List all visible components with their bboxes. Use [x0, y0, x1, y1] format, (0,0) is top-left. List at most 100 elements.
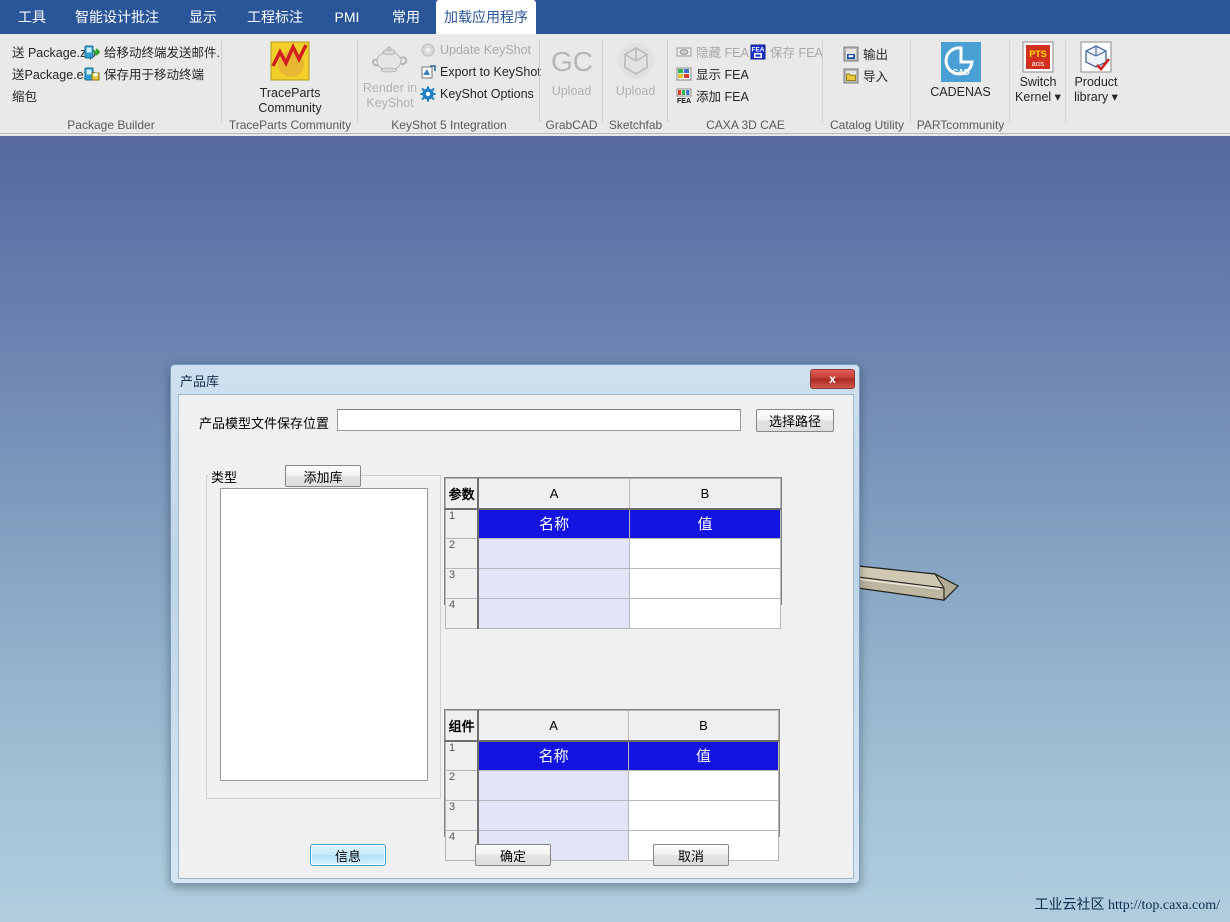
info-button[interactable]: 信息 [310, 844, 386, 866]
ribbon-item-label: 缩包 [12, 90, 38, 104]
ribbon-item-switch-kernel[interactable]: PTS acis Switch Kernel ▾ [1010, 41, 1066, 105]
component-col-a: A [477, 710, 629, 742]
parameter-table[interactable]: 参数 A B 1 名称 值 2 3 4 [444, 477, 782, 629]
table-row[interactable]: 4 [445, 598, 782, 629]
ribbon-item-export-to-keyshot[interactable]: Export to KeyShot [420, 64, 541, 80]
dialog-title-bar[interactable]: 产品库 x [175, 368, 857, 392]
product-library-dialog: 产品库 x 产品模型文件保存位置 选择路径 类型 添加库 参数 A B 1 名称… [170, 364, 860, 884]
tab-label: 工程标注 [247, 9, 303, 25]
table-row[interactable]: 1 名称 值 [445, 740, 780, 771]
table-cell[interactable] [627, 800, 780, 831]
browse-path-button[interactable]: 选择路径 [756, 409, 834, 432]
table-cell[interactable]: 名称 [477, 508, 630, 539]
table-cell[interactable] [477, 568, 630, 599]
tab-tools[interactable]: 工具 [4, 0, 60, 34]
ribbon-item-label: Export to KeyShot [440, 65, 541, 79]
package-exe-icon [0, 66, 8, 82]
ribbon-item-hide-fea[interactable]: 隐藏 FEA [676, 42, 749, 61]
table-cell[interactable] [477, 800, 629, 831]
show-fea-icon [676, 66, 692, 82]
table-row[interactable]: 2 [445, 538, 782, 569]
ribbon-item-product-library[interactable]: Product library ▾ [1066, 41, 1126, 105]
product-library-icon [1080, 41, 1112, 73]
tab-common[interactable]: 常用 [378, 0, 434, 34]
table-cell[interactable] [627, 770, 780, 801]
dialog-title: 产品库 [180, 373, 220, 389]
row-number: 4 [445, 830, 480, 861]
sketchfab-cube-icon [615, 40, 657, 82]
3d-viewport[interactable]: 工业云社区 http://top.caxa.com/ 产品库 x 产品模型文件保… [0, 136, 1230, 922]
ribbon-item-save-fea[interactable]: FEA 保存 FEA [750, 42, 823, 61]
component-col-b: B [627, 710, 780, 742]
cancel-button[interactable]: 取消 [653, 844, 729, 866]
tab-label: 智能设计批注 [75, 9, 159, 25]
tab-load-applications[interactable]: 加载应用程序 [436, 0, 536, 34]
ribbon-item-send-package-exe[interactable]: 送Package.exe [0, 64, 97, 83]
ribbon-item-label: Product library ▾ [1074, 75, 1118, 104]
save-location-input[interactable] [337, 409, 741, 431]
table-cell[interactable] [477, 770, 629, 801]
ribbon-group-label: KeyShot 5 Integration [391, 118, 507, 132]
ribbon-item-traceparts-community[interactable]: TraceParts Community [222, 39, 358, 116]
component-table[interactable]: 组件 A B 1 名称 值 2 3 4 [444, 709, 780, 861]
table-row[interactable]: 2 [445, 770, 780, 801]
ribbon-group-label: Sketchfab [608, 118, 663, 132]
ribbon-item-label: 显示 FEA [696, 68, 749, 82]
table-cell[interactable] [477, 538, 630, 569]
row-number: 2 [445, 770, 480, 801]
tab-engineering-annotation[interactable]: 工程标注 [234, 0, 316, 34]
ribbon-item-save-for-mobile[interactable]: 保存用于移动终端 [84, 64, 204, 83]
tab-smart-design-annotation[interactable]: 智能设计批注 [62, 0, 172, 34]
export-icon [420, 64, 436, 80]
ribbon-item-render-in-keyshot[interactable]: Render in KeyShot [360, 39, 420, 111]
switch-kernel-icon: PTS acis [1022, 41, 1054, 73]
update-icon [420, 42, 436, 58]
close-icon[interactable]: x [810, 369, 855, 389]
ok-button[interactable]: 确定 [475, 844, 551, 866]
ribbon-item-update-keyshot[interactable]: Update KeyShot [420, 42, 531, 58]
ribbon-item-cadenas[interactable]: CAD CADENAS [911, 41, 1010, 100]
ribbon-item-label: 隐藏 FEA [696, 46, 749, 60]
ribbon-item-sketchfab-upload[interactable]: Upload [603, 40, 668, 99]
row-number: 3 [445, 800, 480, 831]
ribbon-item-keyshot-options[interactable]: KeyShot Options [420, 86, 534, 102]
ribbon-group-label: TraceParts Community [228, 118, 352, 132]
table-cell[interactable]: 名称 [477, 740, 629, 771]
ribbon-item-label: KeyShot Options [440, 87, 534, 101]
import-catalog-icon [843, 68, 859, 84]
options-gear-icon [420, 86, 436, 102]
ribbon-item-grabcad-upload[interactable]: GC Upload [540, 40, 603, 99]
ribbon-group-sketchfab: Upload Sketchfab [603, 34, 668, 134]
ribbon-item-archive[interactable]: 缩包 [0, 86, 37, 105]
type-list-box[interactable] [220, 488, 428, 781]
ribbon-group-catalog-utility: 输出 导入 Catalog Utility [823, 34, 911, 134]
table-cell[interactable] [628, 598, 782, 629]
ribbon-item-label: 保存用于移动终端 [104, 68, 205, 82]
svg-text:acis: acis [1032, 61, 1045, 68]
ribbon-item-send-mail-to-mobile[interactable]: 给移动终端发送邮件. [84, 42, 220, 61]
table-cell[interactable] [628, 538, 782, 569]
table-row[interactable]: 3 [445, 800, 780, 831]
ribbon-item-import-catalog[interactable]: 导入 [843, 66, 888, 85]
mobile-mail-icon [84, 44, 101, 60]
tab-display[interactable]: 显示 [174, 0, 232, 34]
ribbon-group-traceparts-community: TraceParts Community TraceParts Community [222, 34, 358, 134]
ribbon-item-export-catalog[interactable]: 输出 [843, 44, 888, 63]
table-cell[interactable] [628, 568, 782, 599]
row-number: 3 [445, 568, 480, 599]
tab-pmi[interactable]: PMI [318, 0, 376, 34]
ribbon-item-show-fea[interactable]: 显示 FEA [676, 64, 749, 83]
ribbon-group-switch-kernel: PTS acis Switch Kernel ▾ [1010, 34, 1066, 134]
table-row[interactable]: 1 名称 值 [445, 508, 782, 539]
table-row[interactable]: 3 [445, 568, 782, 599]
add-library-button[interactable]: 添加库 [285, 465, 361, 487]
table-cell[interactable]: 值 [627, 740, 780, 771]
ribbon-group-label: Package Builder [67, 118, 155, 132]
table-cell[interactable]: 值 [628, 508, 782, 539]
ribbon-item-add-fea[interactable]: FEA 添加 FEA [676, 86, 749, 105]
table-cell[interactable] [477, 598, 630, 629]
ribbon-tab-bar: 工具 智能设计批注 显示 工程标注 PMI 常用 加载应用程序 [0, 0, 1230, 34]
ribbon-item-send-package-zip[interactable]: 送 Package.zip [0, 42, 96, 61]
ribbon-group-label: Catalog Utility [829, 118, 905, 132]
package-zip-icon [0, 44, 8, 60]
